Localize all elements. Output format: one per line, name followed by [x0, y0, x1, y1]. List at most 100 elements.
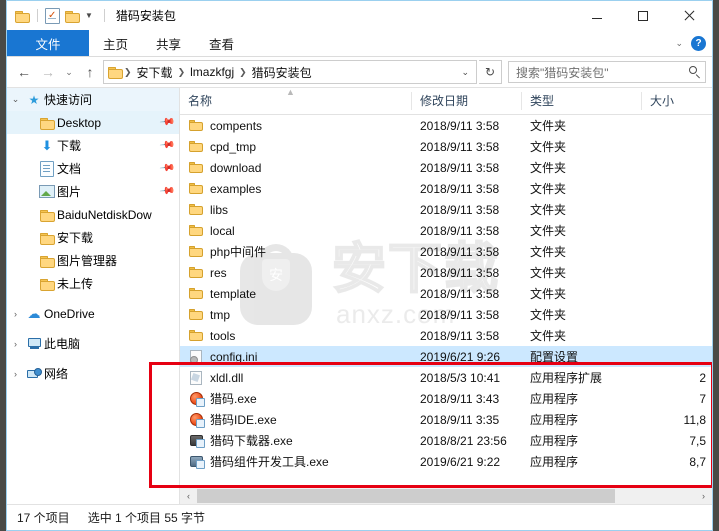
table-row[interactable]: cpd_tmp 2018/9/11 3:58 文件夹	[180, 136, 712, 157]
folder-icon	[37, 209, 57, 222]
download-icon: ⬇	[41, 137, 53, 153]
cell-date: 2018/9/11 3:58	[420, 286, 500, 301]
folder-icon	[188, 202, 204, 218]
file-list-pane: ▲ 名称 修改日期 类型 大小 安 安下载 anxz.com compents …	[180, 88, 712, 504]
recent-locations-button[interactable]: ⌄	[61, 61, 77, 83]
cell-name: libs	[180, 202, 412, 218]
sidebar-item-documents[interactable]: 文档 📌	[7, 157, 179, 180]
file-name: php中间件	[210, 245, 267, 259]
chevron-right-icon[interactable]: ›	[7, 339, 24, 349]
up-button[interactable]: ↑	[79, 61, 101, 83]
folder-icon	[188, 118, 204, 134]
sidebar-item-network[interactable]: › 网络	[7, 362, 179, 385]
file-rows[interactable]: 安 安下载 anxz.com compents 2018/9/11 3:58 文…	[180, 115, 712, 487]
table-row[interactable]: libs 2018/9/11 3:58 文件夹	[180, 199, 712, 220]
table-row[interactable]: 猎码.exe 2018/9/11 3:43 应用程序 7	[180, 388, 712, 409]
pin-icon[interactable]: 📌	[158, 137, 175, 153]
chevron-right-icon[interactable]: ❯	[123, 67, 133, 78]
cell-name: compents	[180, 118, 412, 134]
file-name: cpd_tmp	[210, 139, 257, 154]
explorer-window: ✓ ▼ 猎码安装包 文件 主页 共享 查看 ⌄ ? ← → ⌄ ↑ ❯ 安下载 …	[6, 0, 713, 531]
help-icon[interactable]: ?	[691, 35, 706, 51]
sidebar-item-picture-manager[interactable]: 图片管理器	[7, 249, 179, 272]
tab-view[interactable]: 查看	[195, 30, 248, 56]
file-name: libs	[210, 202, 229, 217]
chevron-right-icon[interactable]: ›	[7, 369, 24, 379]
table-row[interactable]: local 2018/9/11 3:58 文件夹	[180, 220, 712, 241]
chevron-right-icon[interactable]: ❯	[238, 67, 248, 78]
cell-name: download	[180, 160, 412, 176]
file-name: tools	[210, 328, 236, 343]
close-button[interactable]	[666, 1, 712, 30]
folder-icon[interactable]	[15, 10, 30, 23]
properties-icon[interactable]: ✓	[45, 7, 60, 24]
table-row[interactable]: compents 2018/9/11 3:58 文件夹	[180, 115, 712, 136]
table-row[interactable]: 猎码组件开发工具.exe 2019/6/21 9:22 应用程序 8,7	[180, 451, 712, 472]
table-row[interactable]: 猎码下载器.exe 2018/8/21 23:56 应用程序 7,5	[180, 430, 712, 451]
pin-icon[interactable]: 📌	[158, 114, 175, 130]
sidebar-item-pictures[interactable]: 图片 📌	[7, 180, 179, 203]
ribbon-right-controls: ⌄ ?	[675, 30, 706, 56]
sidebar-item-this-pc[interactable]: › 此电脑	[7, 332, 179, 355]
table-row[interactable]: template 2018/9/11 3:58 文件夹	[180, 283, 712, 304]
sidebar-item-baidunetdisk[interactable]: BaiduNetdiskDow	[7, 203, 179, 226]
sidebar-item-not-uploaded[interactable]: 未上传	[7, 272, 179, 295]
file-name: compents	[210, 118, 263, 133]
address-input[interactable]: ❯ 安下载 ❯ lmazkfgj ❯ 猎码安装包 ⌄	[103, 60, 477, 84]
column-header-size[interactable]: 大小	[642, 92, 712, 110]
chevron-right-icon[interactable]: ❯	[177, 67, 187, 78]
sidebar-item-quick-access[interactable]: ⌄ ★ 快速访问	[7, 88, 179, 111]
navigation-pane[interactable]: ⌄ ★ 快速访问 Desktop 📌 ⬇ 下载 📌 文档 📌 图片 📌 Baid…	[7, 88, 180, 504]
address-bar: ← → ⌄ ↑ ❯ 安下载 ❯ lmazkfgj ❯ 猎码安装包 ⌄ ↻ 搜索"…	[7, 57, 712, 87]
selection-info: 选中 1 个项目 55 字节	[87, 511, 206, 525]
column-header-name[interactable]: 名称	[180, 92, 412, 110]
table-row[interactable]: xldl.dll 2018/5/3 10:41 应用程序扩展 2	[180, 367, 712, 388]
refresh-button[interactable]: ↻	[479, 60, 502, 84]
cell-date: 2018/5/3 10:41	[420, 370, 501, 385]
pin-icon[interactable]: 📌	[158, 183, 175, 199]
search-input[interactable]: 搜索"猎码安装包"	[508, 61, 706, 83]
tab-share[interactable]: 共享	[142, 30, 195, 56]
horizontal-scrollbar[interactable]: ‹ ›	[180, 487, 712, 504]
table-row[interactable]: 猎码IDE.exe 2018/9/11 3:35 应用程序 11,8	[180, 409, 712, 430]
breadcrumb-item-0[interactable]: 安下载	[133, 64, 177, 81]
scroll-thumb[interactable]	[197, 489, 616, 503]
back-button[interactable]: ←	[13, 61, 35, 83]
cell-type: 文件夹	[530, 119, 567, 133]
new-folder-icon[interactable]	[65, 10, 80, 23]
breadcrumb-item-1[interactable]: lmazkfgj	[186, 65, 238, 79]
table-row[interactable]: res 2018/9/11 3:58 文件夹	[180, 262, 712, 283]
table-row[interactable]: download 2018/9/11 3:58 文件夹	[180, 157, 712, 178]
chevron-right-icon[interactable]: ›	[7, 309, 24, 319]
scroll-left-icon[interactable]: ‹	[180, 488, 197, 504]
table-row[interactable]: tools 2018/9/11 3:58 文件夹	[180, 325, 712, 346]
cell-date: 2018/9/11 3:58	[420, 223, 500, 238]
search-icon[interactable]	[689, 66, 701, 78]
table-row[interactable]: php中间件 2018/9/11 3:58 文件夹	[180, 241, 712, 262]
scroll-track[interactable]	[197, 488, 695, 504]
file-name: tmp	[210, 307, 231, 322]
table-row[interactable]: tmp 2018/9/11 3:58 文件夹	[180, 304, 712, 325]
chevron-down-icon[interactable]: ⌄	[7, 94, 24, 105]
sidebar-item-downloads[interactable]: ⬇ 下载 📌	[7, 134, 179, 157]
address-dropdown-icon[interactable]: ⌄	[456, 67, 474, 78]
sidebar-item-desktop[interactable]: Desktop 📌	[7, 111, 179, 134]
table-row[interactable]: examples 2018/9/11 3:58 文件夹	[180, 178, 712, 199]
chevron-down-icon[interactable]: ⌄	[675, 38, 683, 49]
sidebar-item-onedrive[interactable]: › ☁ OneDrive	[7, 302, 179, 325]
tab-file[interactable]: 文件	[7, 30, 89, 56]
pin-icon[interactable]: 📌	[158, 160, 175, 176]
breadcrumb-item-2[interactable]: 猎码安装包	[248, 64, 316, 81]
scroll-right-icon[interactable]: ›	[695, 488, 712, 504]
forward-button[interactable]: →	[37, 61, 59, 83]
tab-home[interactable]: 主页	[89, 30, 142, 56]
sidebar-item-anxiazai[interactable]: 安下载	[7, 226, 179, 249]
maximize-button[interactable]	[620, 1, 666, 30]
table-row[interactable]: config.ini 2019/6/21 9:26 配置设置	[180, 346, 712, 367]
sidebar-item-label: 下载	[57, 139, 82, 153]
column-header-date[interactable]: 修改日期	[412, 92, 522, 110]
chevron-down-icon[interactable]: ▼	[85, 11, 93, 20]
cell-type: 文件夹	[530, 308, 567, 322]
column-header-type[interactable]: 类型	[522, 92, 642, 110]
minimize-button[interactable]	[574, 1, 620, 30]
